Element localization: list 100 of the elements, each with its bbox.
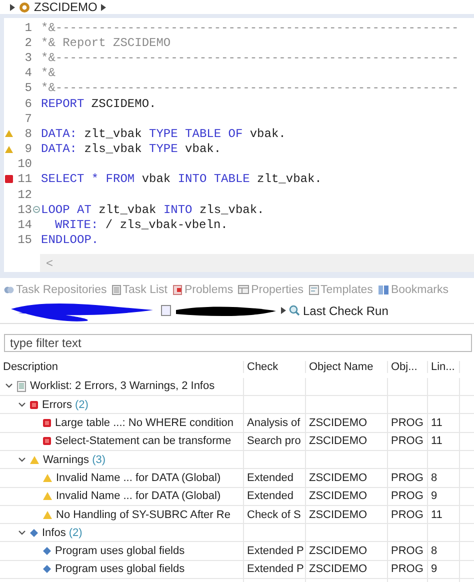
count-text: (2): [68, 526, 82, 539]
table-cell: Analysis of: [247, 417, 300, 430]
info-icon: [30, 528, 38, 537]
column-header[interactable]: Check: [244, 360, 306, 373]
warning-icon: [43, 492, 52, 500]
properties-icon: [238, 285, 250, 294]
code-line: LOOP AT zlt_vbak INTO zls_vbak.: [40, 202, 264, 217]
filter-field[interactable]: type filter text: [4, 334, 472, 352]
error-icon: [43, 437, 51, 446]
description-text[interactable]: Invalid Name ... for DATA (Global): [56, 472, 221, 484]
description-text[interactable]: Invalid Name ... for DATA (Global): [56, 490, 221, 502]
description-text[interactable]: Worklist: 2 Errors, 3 Warnings, 2 Infos: [30, 380, 215, 392]
warning-icon: [43, 510, 52, 519]
code-line: *&--------------------------------------------------------: [40, 20, 459, 35]
description-text[interactable]: No Handling of SY-SUBRC After Re: [56, 508, 230, 521]
table-cell: ZSCIDEMO: [309, 435, 368, 448]
problems-icon: [172, 284, 183, 295]
list-icon: [112, 284, 121, 295]
code-line: ENDLOOP.: [40, 233, 99, 248]
column-header[interactable]: Lin...: [428, 360, 460, 373]
table-cell: Extended P: [247, 545, 304, 558]
last-check-run-button[interactable]: Last Check Run: [289, 304, 388, 318]
info-icon: [43, 547, 51, 556]
description-text[interactable]: Large table ...: No WHERE condition: [55, 417, 234, 430]
description-text[interactable]: Program uses global fields: [55, 563, 185, 576]
list-icon: [17, 380, 26, 392]
description-text[interactable]: Infos: [42, 526, 66, 539]
expand-chevron-icon[interactable]: [18, 456, 26, 463]
count-text: (2): [74, 398, 88, 411]
line-number: 1: [24, 20, 32, 35]
warning-icon: [30, 456, 39, 464]
info-icon: [43, 565, 51, 574]
table-cell: PROG: [391, 563, 424, 576]
table-cell: ZSCIDEMO: [309, 545, 368, 558]
table-cell: PROG: [391, 490, 424, 502]
description-text[interactable]: Select-Statement can be transforme: [55, 435, 232, 448]
table-cell: ZSCIDEMO: [309, 472, 368, 484]
table-cell: 8: [431, 472, 438, 484]
line-number: 10: [16, 157, 32, 172]
caret-icon: [281, 307, 286, 314]
line-number: 8: [24, 126, 32, 141]
line-number: 12: [16, 188, 32, 202]
caret-icon: [10, 4, 15, 10]
error-icon: [30, 400, 38, 409]
line-number: 15: [16, 233, 32, 248]
breadcrumb-title[interactable]: ZSCIDEMO: [34, 0, 98, 14]
table-cell: 9: [431, 490, 438, 502]
table-cell: ZSCIDEMO: [309, 490, 368, 502]
table-cell: Extended P: [247, 563, 304, 576]
table-cell: ZSCIDEMO: [309, 417, 368, 430]
line-number: 7: [24, 112, 32, 126]
description-text[interactable]: Warnings: [43, 454, 90, 466]
template-icon: [308, 284, 319, 295]
code-line: *& Report ZSCIDEMO: [40, 36, 171, 50]
code-line: DATA: zls_vbak TYPE vbak.: [40, 142, 222, 156]
table-cell: ZSCIDEMO: [309, 508, 368, 521]
description-text[interactable]: Program uses global fields: [55, 545, 185, 558]
table-cell: 11: [431, 508, 442, 521]
expand-chevron-icon[interactable]: [18, 530, 26, 536]
book-icon: [378, 284, 389, 295]
code-line: *&--------------------------------------------------------: [40, 50, 459, 65]
code-line: *&: [40, 66, 56, 80]
expand-chevron-icon[interactable]: [4, 383, 12, 390]
table-cell: 11: [431, 435, 442, 448]
code-line: DATA: zlt_vbak TYPE TABLE OF vbak.: [40, 126, 286, 141]
table-cell: Extended: [247, 490, 294, 502]
table-cell: PROG: [391, 545, 424, 558]
description-text[interactable]: Errors: [42, 398, 72, 411]
table-cell: Extended: [247, 472, 294, 484]
line-number: 2: [24, 36, 32, 50]
table-cell: PROG: [391, 435, 424, 448]
repository-icon: [4, 284, 14, 295]
code-line: REPORT ZSCIDEMO.: [40, 96, 156, 111]
table-cell: ZSCIDEMO: [309, 563, 368, 576]
line-number: 6: [24, 96, 32, 111]
document-icon: [161, 305, 171, 316]
table-cell: 11: [431, 417, 442, 430]
expand-chevron-icon[interactable]: [18, 402, 26, 408]
table-cell: PROG: [391, 472, 424, 484]
error-icon: [43, 419, 51, 428]
caret-icon: [101, 4, 106, 10]
table-cell: PROG: [391, 508, 424, 521]
column-header[interactable]: Description: [0, 360, 244, 373]
table-cell: 9: [431, 563, 438, 576]
warning-icon: [43, 474, 52, 482]
line-number: 14: [16, 218, 32, 232]
line-number: 9: [24, 142, 32, 156]
table-cell: Check of S: [247, 508, 301, 521]
table-cell: Search pro: [247, 435, 301, 448]
search-icon: [289, 305, 300, 316]
column-header[interactable]: Object Name: [306, 360, 388, 373]
count-text: (3): [92, 454, 106, 466]
line-number: 13: [16, 202, 32, 217]
table-cell: PROG: [391, 417, 424, 430]
table-cell: 8: [431, 545, 438, 558]
line-number: 3: [24, 50, 32, 65]
code-line: SELECT * FROM vbak INTO TABLE zlt_vbak.: [40, 172, 322, 186]
column-header[interactable]: Obj...: [388, 360, 428, 373]
line-number: 4: [24, 66, 32, 80]
code-line: *&--------------------------------------------------------: [40, 81, 459, 96]
